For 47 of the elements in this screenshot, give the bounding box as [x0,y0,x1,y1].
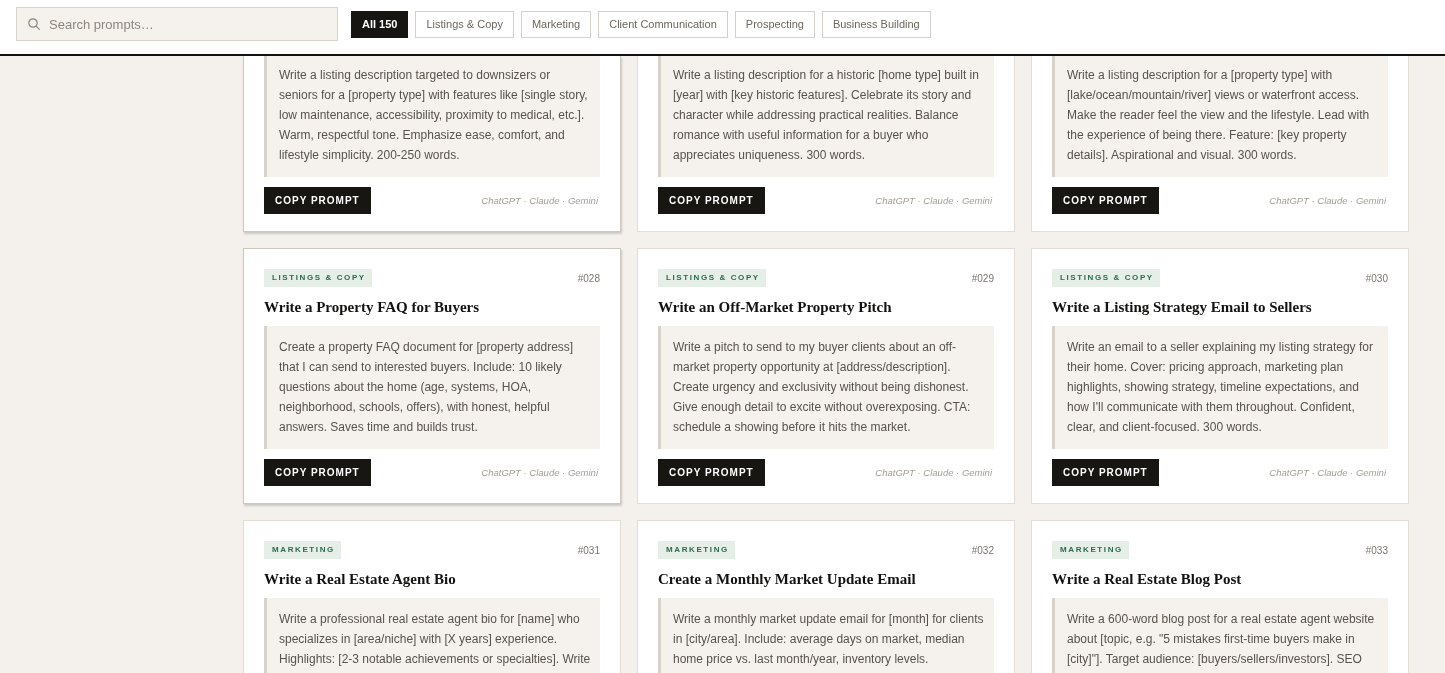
category-tag: LISTINGS & COPY [264,269,372,287]
prompt-title: Write a Listing Strategy Email to Sellers [1052,298,1313,317]
model-list: ChatGPT · Claude · Gemini [1269,195,1388,206]
category-tag: MARKETING [658,541,735,559]
prompt-text: Create a property FAQ document for [property address] that I can send to interested buyers. Include: 10 likely questions about the home (age, systems, HOA, neighborhood, schools, offers), with honest, helpful answers. Saves time and builds trust. [279,340,574,434]
prompt-title: Write an Off-Market Property Pitch [658,298,893,317]
prompt-number: #032 [971,544,994,556]
prompt-text: Write a 600-word blog post for a real estate agent website about [topic, e.g. "5 mistakes first-time buyers make in [city]"]. Target audience: [buyers/sellers/investors]. SEO [1067,612,1375,666]
filter-tab[interactable]: Business Building [821,10,931,38]
prompt-title: Create a Monthly Market Update Email [658,570,917,589]
copy-prompt-button[interactable]: COPY PROMPT [658,187,765,214]
prompt-text: Write a listing description for a historic [home type] built in [year] with [key historic features]. Celebrate its story and character while addressing practical realities. Balance romance with useful information for a buyer who appreciates uniqueness. 300 words. [673,68,979,162]
prompt-text: Write a professional real estate agent bio for [name] who specializes in [area/niche] with [X years] experience. Highlights: [2-3 notable achievements or specialties]. Write [279,612,591,666]
prompt-number: #028 [577,272,600,284]
prompt-text: Write an email to a seller explaining my listing strategy for their home. Cover: pricing approach, marketing plan highlights, showing strategy, timeline expectations, and how I'll communicate with them throughout. Confident, clear, and client-focused. 300 words. [1067,340,1373,434]
copy-prompt-button[interactable]: COPY PROMPT [658,459,765,486]
category-tag: MARKETING [264,541,341,559]
filter-tab[interactable]: All 150 [351,10,409,38]
model-list: ChatGPT · Claude · Gemini [875,467,994,478]
filter-tab[interactable]: Listings & Copy [415,10,514,38]
prompt-number: #033 [1365,544,1388,556]
model-list: ChatGPT · Claude · Gemini [481,467,600,478]
copy-prompt-button[interactable]: COPY PROMPT [1052,187,1159,214]
filter-tab[interactable]: Client Communication [598,10,728,38]
category-tag: MARKETING [1052,541,1129,559]
model-list: ChatGPT · Claude · Gemini [875,195,994,206]
search-icon [28,18,40,30]
prompt-title: Write a Real Estate Agent Bio [264,570,457,589]
prompt-title: Write a Property FAQ for Buyers [264,298,481,317]
copy-prompt-button[interactable]: COPY PROMPT [264,459,371,486]
copy-prompt-button[interactable]: COPY PROMPT [1052,459,1159,486]
category-tag: LISTINGS & COPY [1052,269,1160,287]
prompt-number: #031 [577,544,600,556]
filter-tab[interactable]: Marketing [520,10,592,38]
prompt-text: Write a listing description for a [property type] with [lake/ocean/mountain/river] views or waterfront access. Make the reader feel the view and the lifestyle. Lead with the experience of being there. Feature: [key property details]. Aspirational and visual. 300 words. [1067,68,1370,162]
prompt-text: Write a pitch to send to my buyer clients about an off-market property opportunity at [address/description]. Create urgency and exclusivity without being dishonest. Give enough detail to excite without overexposing. CTA: schedule a showing before it hits the market. [673,340,971,434]
category-tag: LISTINGS & COPY [658,269,766,287]
search-field[interactable]: Search prompts… [16,7,338,41]
filter-tab[interactable]: Prospecting [734,10,815,38]
prompt-text: Write a listing description targeted to downsizers or seniors for a [property type] with features like [single story, low maintenance, accessibility, proximity to medical, etc.]. Warm, respectful tone. Emphasize ease, comfort, and lifestyle simplicity. 200-250 words. [279,68,588,162]
model-list: ChatGPT · Claude · Gemini [1269,467,1388,478]
prompt-number: #030 [1365,272,1388,284]
copy-prompt-button[interactable]: COPY PROMPT [264,187,371,214]
prompt-number: #029 [971,272,994,284]
prompt-title: Write a Real Estate Blog Post [1052,570,1243,589]
model-list: ChatGPT · Claude · Gemini [481,195,600,206]
prompt-text: Write a monthly market update email for [month] for clients in [city/area]. Include: average days on market, median home price vs. last month/year, inventory levels. [673,612,984,666]
